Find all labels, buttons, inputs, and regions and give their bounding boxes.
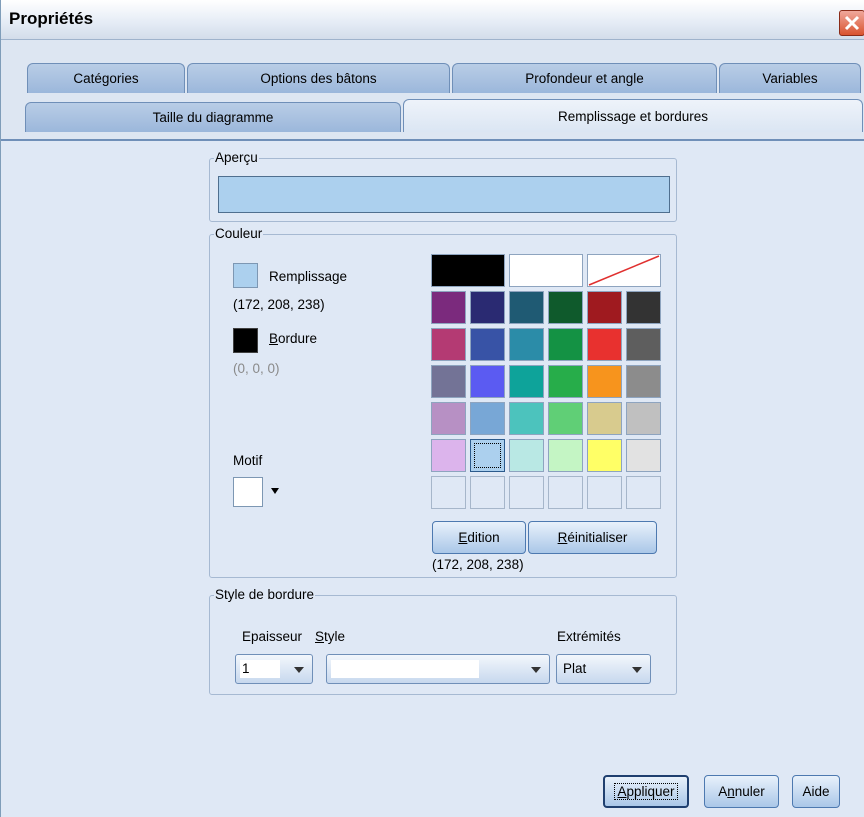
chevron-down-icon	[294, 667, 304, 673]
palette-custom-swatch[interactable]	[509, 476, 544, 509]
palette-swatch[interactable]	[470, 291, 505, 324]
border-style-legend: Style de bordure	[214, 587, 316, 602]
palette-swatch[interactable]	[431, 439, 466, 472]
color-group: Couleur Remplissage (172, 208, 238) Bord…	[209, 226, 677, 578]
palette-swatch[interactable]	[548, 328, 583, 361]
tab-bar-options[interactable]: Options des bâtons	[187, 63, 450, 93]
close-icon	[844, 15, 860, 31]
style-label: Style	[315, 629, 346, 644]
tab-chart-size[interactable]: Taille du diagramme	[25, 102, 401, 132]
palette-swatch[interactable]	[509, 365, 544, 398]
edit-button[interactable]: Edition	[432, 521, 526, 554]
title-bar: Propriétés	[1, 0, 864, 40]
palette-custom-swatch[interactable]	[587, 476, 622, 509]
cancel-button[interactable]: Annuler	[704, 775, 779, 808]
palette-custom-swatch[interactable]	[548, 476, 583, 509]
pattern-dropdown-icon[interactable]	[270, 487, 280, 495]
ends-select-value: Plat	[563, 661, 587, 676]
close-button[interactable]	[839, 10, 864, 36]
border-style-group: Style de bordure Epaisseur Style Extrémi…	[209, 587, 677, 695]
tab-content: Aperçu Couleur Remplissage (172, 208, 23…	[1, 141, 864, 817]
palette-swatch[interactable]	[431, 365, 466, 398]
tab-depth-angle[interactable]: Profondeur et angle	[452, 63, 717, 93]
palette-swatch[interactable]	[431, 291, 466, 324]
tab-fill-borders[interactable]: Remplissage et bordures	[403, 99, 863, 132]
thickness-label: Epaisseur	[242, 629, 303, 644]
palette-swatch[interactable]	[587, 328, 622, 361]
palette-swatch[interactable]	[587, 439, 622, 472]
palette-swatch[interactable]	[509, 402, 544, 435]
selected-color-value: (172, 208, 238)	[432, 557, 524, 572]
fill-value: (172, 208, 238)	[233, 297, 325, 312]
palette-swatch[interactable]	[548, 439, 583, 472]
reset-button-label: Réinitialiser	[557, 530, 628, 545]
properties-dialog: Propriétés Catégories Options des bâtons…	[0, 0, 864, 817]
palette-swatch[interactable]	[626, 402, 661, 435]
thickness-select[interactable]: 1	[235, 654, 313, 684]
palette-swatch[interactable]	[470, 439, 505, 472]
help-button-label: Aide	[802, 784, 830, 799]
help-button[interactable]: Aide	[792, 775, 840, 808]
cancel-button-label: Annuler	[718, 784, 765, 799]
border-swatch[interactable]	[233, 328, 258, 353]
palette-swatch[interactable]	[509, 439, 544, 472]
palette-swatch[interactable]	[626, 365, 661, 398]
tab-categories[interactable]: Catégories	[27, 63, 185, 93]
pattern-label: Motif	[233, 453, 263, 468]
palette-swatch[interactable]	[548, 402, 583, 435]
border-value: (0, 0, 0)	[233, 361, 280, 376]
palette-swatch[interactable]	[470, 365, 505, 398]
palette-black[interactable]	[431, 254, 505, 287]
palette-custom-swatch[interactable]	[470, 476, 505, 509]
palette-swatch[interactable]	[509, 291, 544, 324]
color-legend: Couleur	[214, 226, 264, 241]
chevron-down-icon	[632, 667, 642, 673]
chevron-down-icon	[531, 667, 541, 673]
palette-swatch[interactable]	[548, 291, 583, 324]
palette-swatch[interactable]	[431, 328, 466, 361]
palette-custom-swatch[interactable]	[431, 476, 466, 509]
palette-swatch[interactable]	[470, 328, 505, 361]
palette-swatch[interactable]	[587, 402, 622, 435]
palette-swatch[interactable]	[626, 291, 661, 324]
apply-button[interactable]: Appliquer	[603, 775, 689, 808]
edit-button-label: Edition	[458, 530, 500, 545]
no-color-icon	[588, 255, 660, 286]
palette-swatch[interactable]	[470, 402, 505, 435]
style-select-field	[331, 660, 479, 678]
palette-white[interactable]	[509, 254, 583, 287]
tab-strip: Catégories Options des bâtons Profondeur…	[1, 40, 864, 140]
reset-button[interactable]: Réinitialiser	[528, 521, 657, 554]
palette-swatch[interactable]	[587, 365, 622, 398]
border-label: Bordure	[269, 331, 318, 346]
pattern-swatch[interactable]	[233, 477, 263, 507]
ends-label: Extrémités	[557, 629, 621, 644]
tab-variables[interactable]: Variables	[719, 63, 861, 93]
fill-label: Remplissage	[269, 269, 348, 284]
palette-swatch[interactable]	[587, 291, 622, 324]
thickness-select-value: 1	[242, 661, 250, 676]
palette-custom-swatch[interactable]	[626, 476, 661, 509]
palette-swatch[interactable]	[626, 439, 661, 472]
preview-group: Aperçu	[209, 150, 677, 222]
dialog-title: Propriétés	[9, 9, 94, 28]
preview-legend: Aperçu	[214, 150, 259, 165]
palette-swatch[interactable]	[431, 402, 466, 435]
palette-swatch[interactable]	[509, 328, 544, 361]
palette-swatch[interactable]	[626, 328, 661, 361]
ends-select[interactable]: Plat	[556, 654, 651, 684]
fill-swatch[interactable]	[233, 263, 258, 288]
preview-swatch	[218, 176, 670, 213]
apply-button-label: Appliquer	[614, 783, 678, 800]
style-select[interactable]	[326, 654, 550, 684]
palette-swatch[interactable]	[548, 365, 583, 398]
palette-none[interactable]	[587, 254, 661, 287]
